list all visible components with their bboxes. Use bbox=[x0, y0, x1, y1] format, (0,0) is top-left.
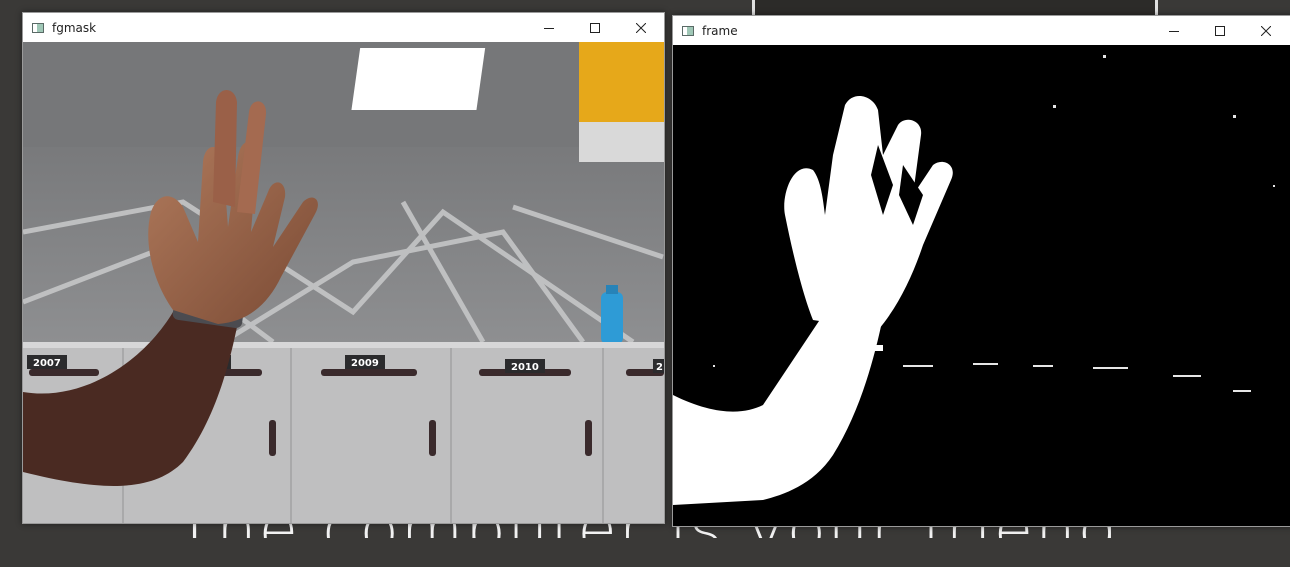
minimize-icon bbox=[544, 27, 554, 29]
foreground-mask-image bbox=[673, 45, 1290, 526]
app-icon bbox=[32, 22, 44, 33]
close-icon bbox=[1261, 25, 1271, 36]
maximize-button[interactable] bbox=[1197, 16, 1243, 45]
maximize-icon bbox=[590, 22, 600, 33]
window-title: fgmask bbox=[52, 20, 97, 35]
window-controls bbox=[526, 13, 664, 42]
app-icon bbox=[682, 25, 694, 36]
locker-number: 2010 bbox=[511, 362, 539, 373]
maximize-icon bbox=[1215, 25, 1225, 36]
close-button[interactable] bbox=[618, 13, 664, 42]
frame-titlebar[interactable]: frame bbox=[673, 16, 1290, 45]
locker-number: 2009 bbox=[351, 358, 379, 369]
camera-frame-view: 2007 8 2009 2010 2 bbox=[23, 42, 664, 523]
fgmask-window[interactable]: fgmask 2007 2009 2010 2 bbox=[22, 12, 665, 524]
minimize-icon bbox=[1169, 30, 1179, 32]
close-button[interactable] bbox=[1243, 16, 1289, 45]
background-window-edge bbox=[752, 0, 1158, 16]
locker-number: 2007 bbox=[33, 358, 61, 369]
fgmask-titlebar[interactable]: fgmask bbox=[23, 13, 664, 42]
camera-frame-image: 2007 8 2009 2010 2 bbox=[23, 42, 664, 523]
window-title: frame bbox=[702, 23, 738, 38]
maximize-button[interactable] bbox=[572, 13, 618, 42]
minimize-button[interactable] bbox=[526, 13, 572, 42]
foreground-mask-view bbox=[673, 45, 1290, 526]
water-bottle bbox=[601, 292, 623, 344]
frame-window[interactable]: frame bbox=[672, 15, 1290, 527]
locker-number: 2 bbox=[656, 362, 663, 373]
minimize-button[interactable] bbox=[1151, 16, 1197, 45]
close-icon bbox=[636, 22, 646, 33]
window-controls bbox=[1151, 16, 1289, 45]
